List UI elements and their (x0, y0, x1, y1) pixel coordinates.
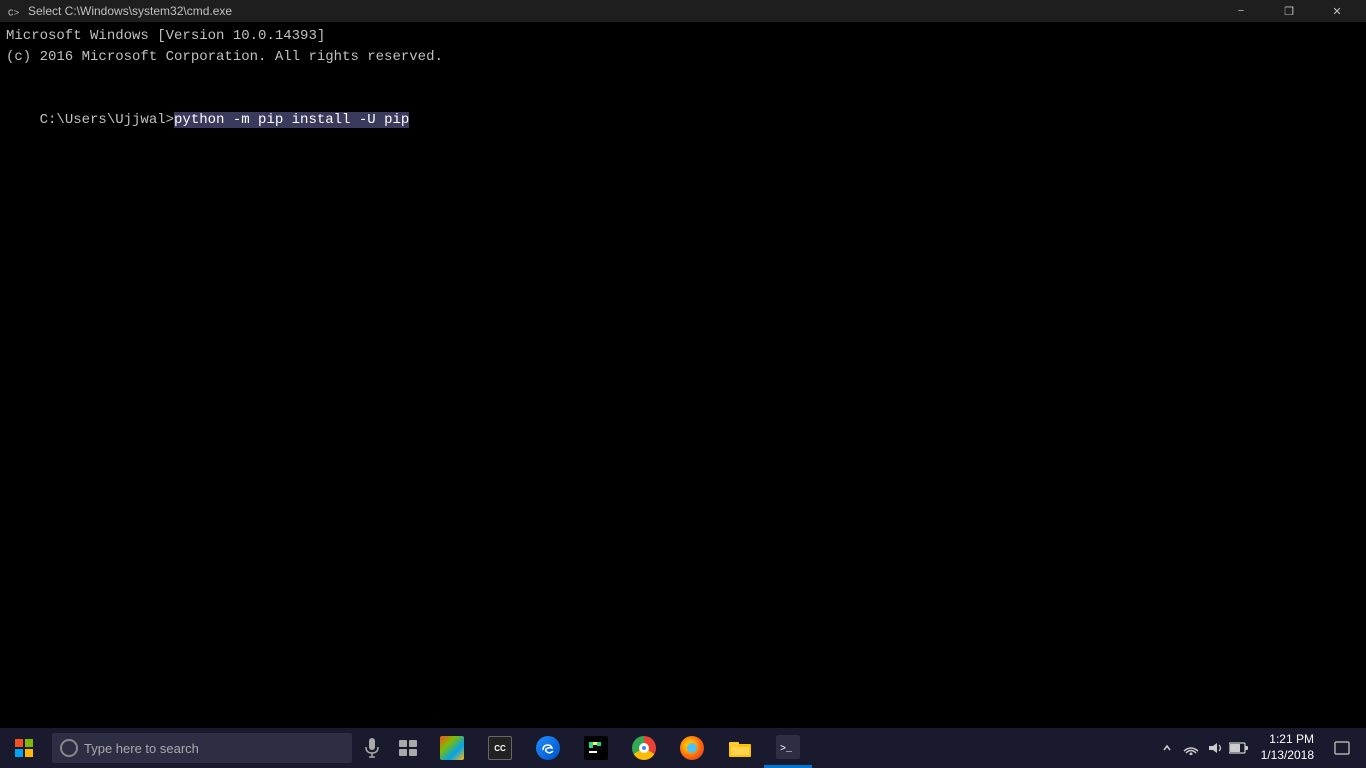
minimize-button[interactable]: − (1218, 0, 1264, 22)
task-view-icon (398, 738, 418, 758)
svg-text:C>: C> (8, 7, 20, 18)
microsoft-store-icon (440, 736, 464, 760)
cc-icon: CC (488, 736, 512, 760)
taskbar-app-terminal[interactable]: >_ (764, 728, 812, 768)
taskbar: Type here to search CC (0, 728, 1366, 768)
notification-button[interactable] (1326, 728, 1358, 768)
taskbar-app-firefox[interactable] (668, 728, 716, 768)
taskbar-clock[interactable]: 1:21 PM 1/13/2018 (1253, 728, 1322, 768)
taskbar-app-edge[interactable] (524, 728, 572, 768)
tray-overflow-button[interactable] (1157, 728, 1177, 768)
titlebar-title: Select C:\Windows\system32\cmd.exe (28, 4, 232, 18)
terminal-prompt: C:\Users\Ujjwal> (40, 112, 174, 128)
clock-time: 1:21 PM (1269, 732, 1314, 748)
terminal-command: python -m pip install -U pip (174, 112, 409, 128)
taskbar-app-cc[interactable]: CC (476, 728, 524, 768)
terminal-line-1: Microsoft Windows [Version 10.0.14393] (6, 26, 1360, 47)
terminal-prompt-line: C:\Users\Ujjwal>python -m pip install -U… (6, 89, 1360, 152)
terminal-line-2: (c) 2016 Microsoft Corporation. All righ… (6, 47, 1360, 68)
edge-icon (536, 736, 560, 760)
search-placeholder: Type here to search (84, 741, 199, 756)
titlebar-controls: − ❐ ✕ (1218, 0, 1360, 22)
chrome-icon (632, 736, 656, 760)
maximize-button[interactable]: ❐ (1266, 0, 1312, 22)
clock-date: 1/13/2018 (1261, 748, 1314, 764)
taskbar-apps: CC (428, 728, 1157, 768)
taskbar-app-microsoft-store[interactable] (428, 728, 476, 768)
terminal-area[interactable]: Microsoft Windows [Version 10.0.14393] (… (0, 22, 1366, 728)
task-view-button[interactable] (388, 728, 428, 768)
svg-text:>_: >_ (780, 744, 793, 753)
file-explorer-icon (728, 736, 752, 760)
terminal-line-3 (6, 68, 1360, 89)
close-button[interactable]: ✕ (1314, 0, 1360, 22)
battery-icon[interactable] (1229, 728, 1249, 768)
volume-icon[interactable] (1205, 728, 1225, 768)
titlebar-left: C> Select C:\Windows\system32\cmd.exe (6, 3, 232, 19)
network-icon[interactable] (1181, 728, 1201, 768)
taskbar-search-bar[interactable]: Type here to search (52, 733, 352, 763)
search-icon (60, 739, 78, 757)
taskbar-app-chrome[interactable] (620, 728, 668, 768)
cmd-icon: C> (6, 3, 22, 19)
start-button[interactable] (0, 728, 48, 768)
system-tray: 1:21 PM 1/13/2018 (1157, 728, 1366, 768)
titlebar: C> Select C:\Windows\system32\cmd.exe − … (0, 0, 1366, 22)
firefox-icon (680, 736, 704, 760)
microphone-button[interactable] (356, 728, 388, 768)
pycharm-icon (584, 736, 608, 760)
taskbar-app-files[interactable] (716, 728, 764, 768)
taskbar-app-pycharm[interactable] (572, 728, 620, 768)
terminal-icon: >_ (776, 735, 800, 759)
windows-logo-icon (15, 739, 33, 757)
